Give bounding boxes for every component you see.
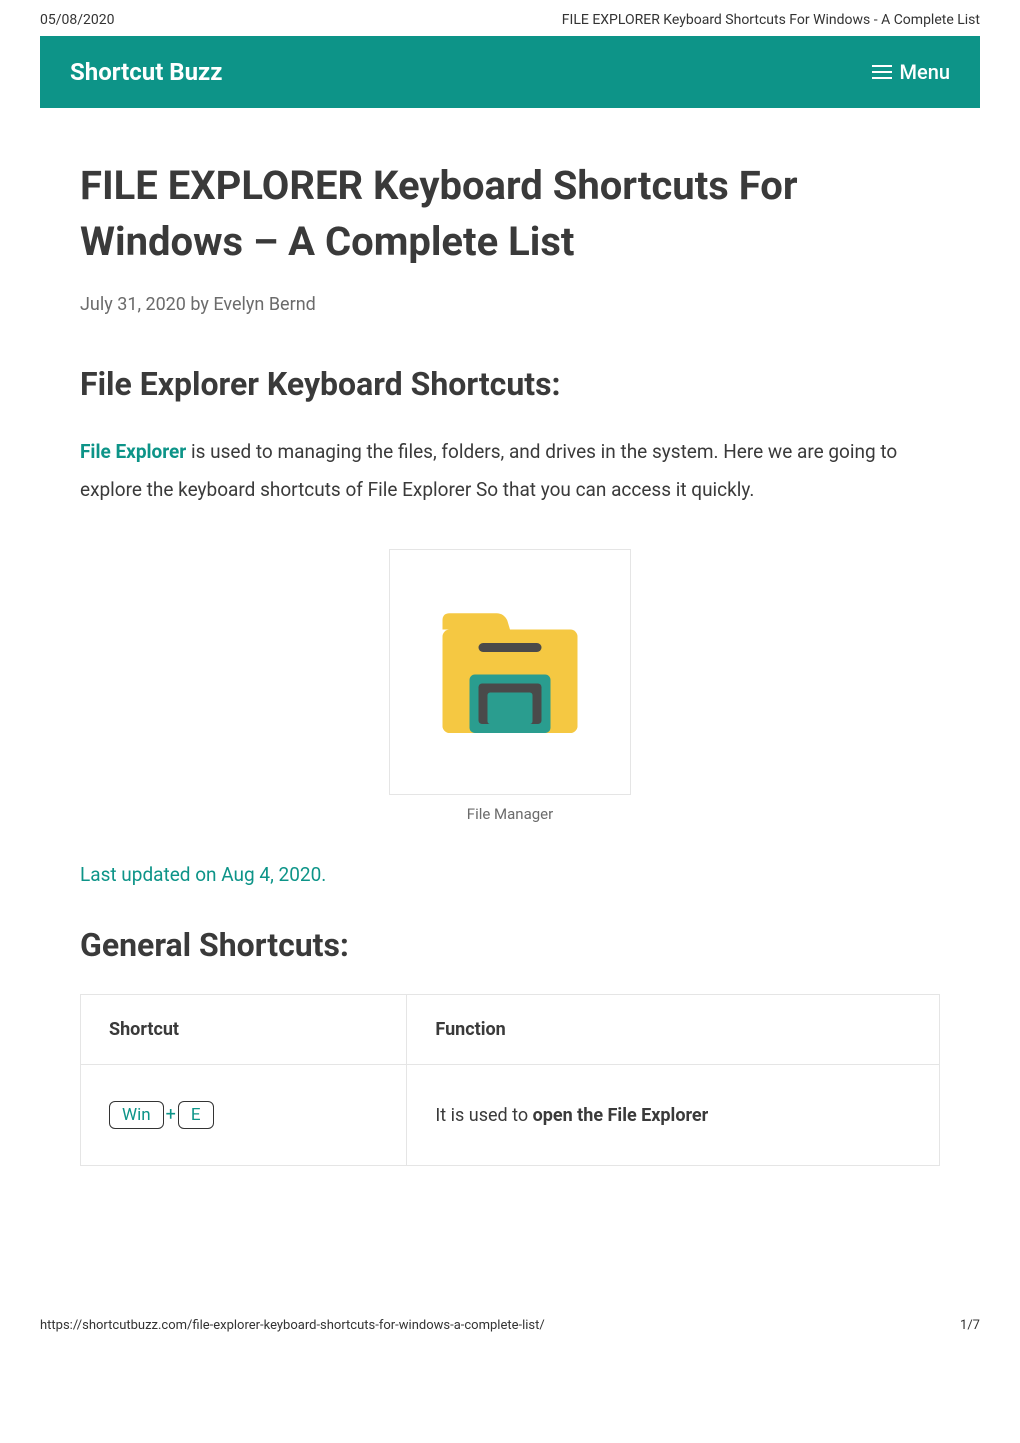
key-e: E	[178, 1101, 214, 1129]
section-heading-shortcuts: File Explorer Keyboard Shortcuts:	[80, 365, 940, 403]
shortcut-cell: Win+E	[81, 1065, 407, 1166]
hamburger-icon	[872, 65, 892, 79]
footer-url: https://shortcutbuzz.com/file-explorer-k…	[40, 1318, 545, 1333]
shortcuts-table: Shortcut Function Win+E It is used to op…	[80, 994, 940, 1166]
figure-caption: File Manager	[80, 805, 940, 823]
page-footer: https://shortcutbuzz.com/file-explorer-k…	[0, 1306, 1020, 1345]
nav-bar: Shortcut Buzz Menu	[40, 36, 980, 108]
table-header-row: Shortcut Function	[81, 995, 940, 1065]
section-heading-general: General Shortcuts:	[80, 926, 940, 964]
key-plus: +	[166, 1104, 176, 1125]
folder-icon	[420, 580, 600, 760]
table-header-shortcut: Shortcut	[81, 995, 407, 1065]
article-title: FILE EXPLORER Keyboard Shortcuts For Win…	[80, 158, 940, 270]
article-date: July 31, 2020	[80, 294, 186, 315]
last-updated: Last updated on Aug 4, 2020.	[80, 863, 940, 886]
footer-page-number: 1/7	[960, 1318, 980, 1333]
header-date: 05/08/2020	[40, 12, 115, 28]
menu-toggle[interactable]: Menu	[872, 60, 950, 84]
table-header-function: Function	[407, 995, 940, 1065]
function-bold-text: open the File Explorer	[533, 1105, 709, 1126]
function-cell: It is used to open the File Explorer	[407, 1065, 940, 1166]
site-logo[interactable]: Shortcut Buzz	[70, 58, 222, 86]
menu-label: Menu	[900, 60, 950, 84]
key-win: Win	[109, 1101, 164, 1129]
figure-container: File Manager	[80, 549, 940, 823]
folder-image	[389, 549, 631, 795]
table-row: Win+E It is used to open the File Explor…	[81, 1065, 940, 1166]
page-header: 05/08/2020 FILE EXPLORER Keyboard Shortc…	[0, 0, 1020, 36]
article-author: Evelyn Bernd	[213, 294, 315, 315]
file-explorer-link[interactable]: File Explorer	[80, 440, 186, 463]
author-prefix: by	[190, 294, 209, 315]
function-prefix: It is used to	[435, 1105, 532, 1126]
article-meta: July 31, 2020 by Evelyn Bernd	[80, 294, 940, 315]
intro-paragraph: File Explorer is used to managing the fi…	[80, 433, 940, 509]
header-page-title: FILE EXPLORER Keyboard Shortcuts For Win…	[562, 12, 980, 28]
main-content: FILE EXPLORER Keyboard Shortcuts For Win…	[0, 108, 1020, 1206]
intro-text-body: is used to managing the files, folders, …	[80, 440, 897, 501]
